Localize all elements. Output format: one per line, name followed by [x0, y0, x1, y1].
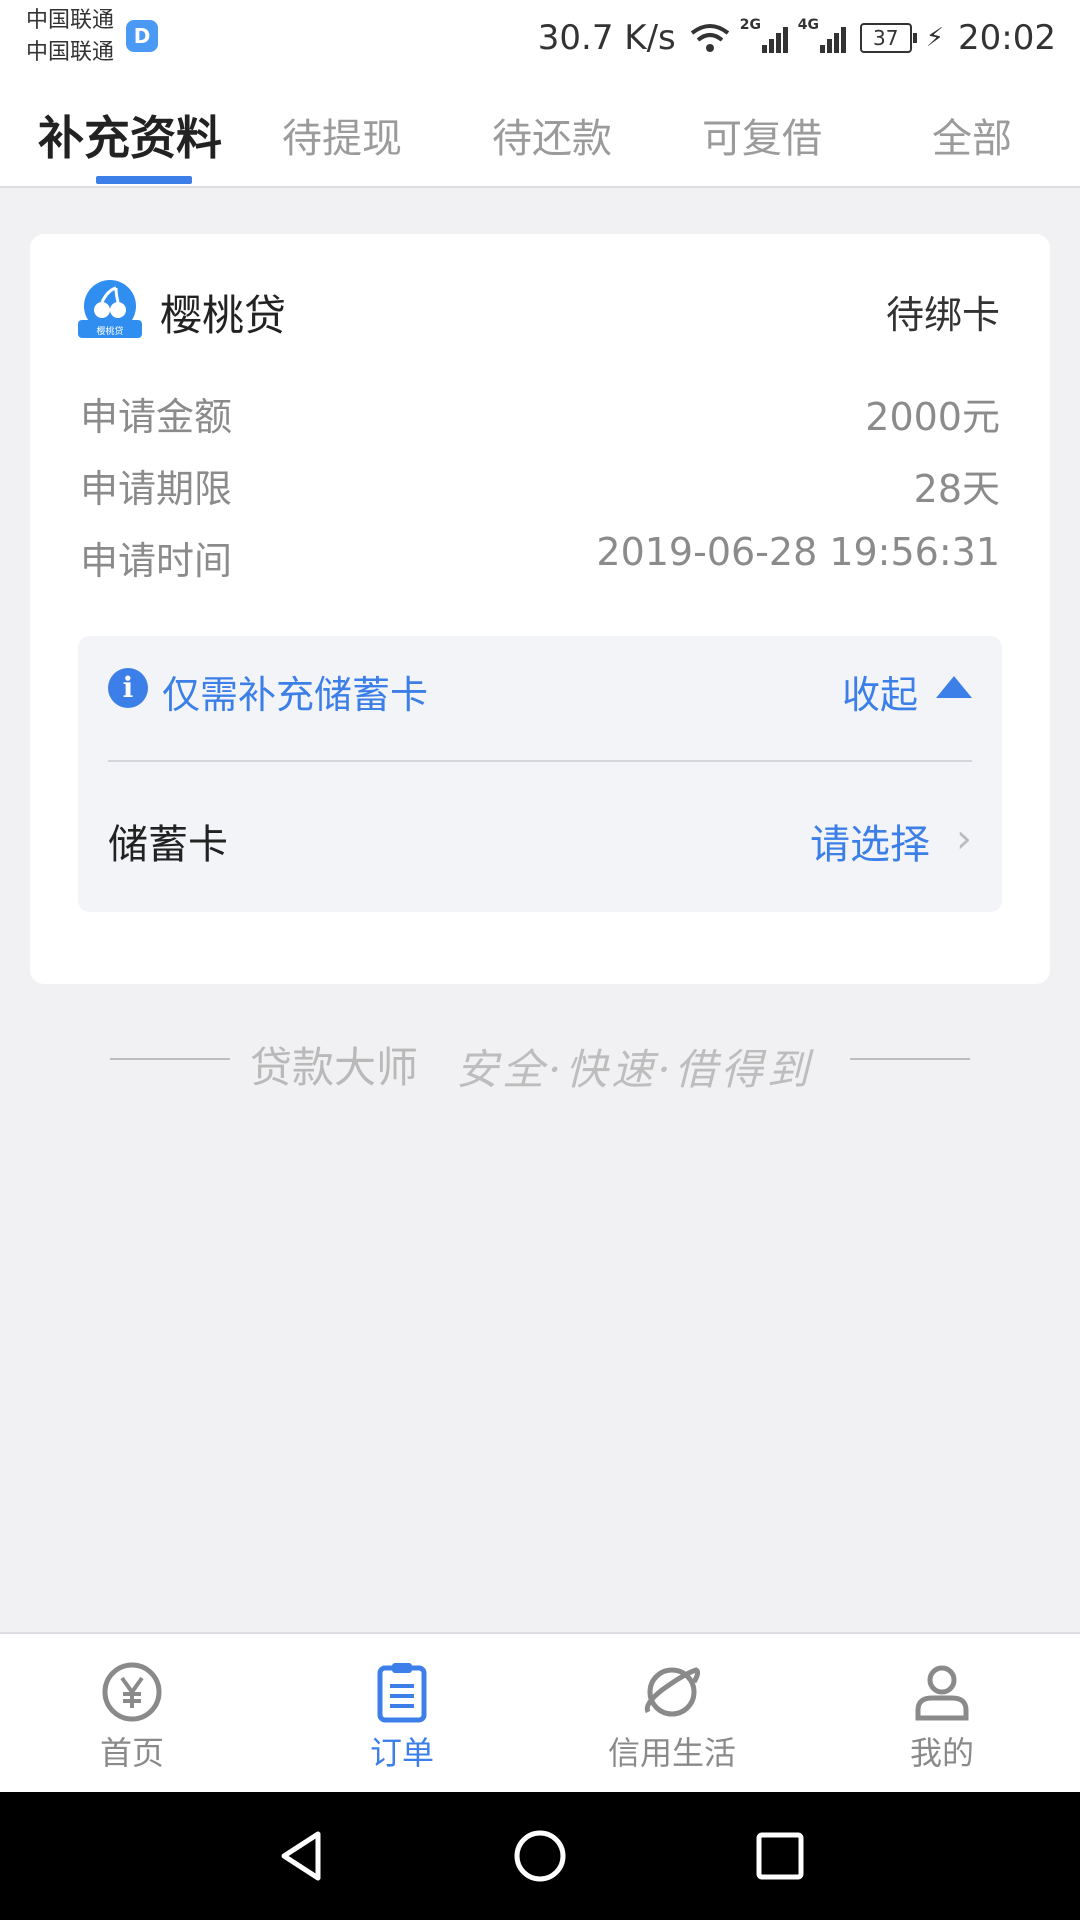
tab-supplement-info[interactable]: 补充资料	[38, 102, 222, 168]
apply-term-label: 申请期限	[80, 467, 233, 511]
nav-profile[interactable]: 我的	[842, 1660, 1042, 1774]
apply-term-value: 28天	[913, 467, 1000, 511]
carrier-label-1: 中国联通	[26, 8, 115, 33]
nav-credit-life[interactable]: 信用生活	[572, 1660, 772, 1774]
signal-4g-icon: 4G	[798, 17, 846, 53]
slogan-line-right	[850, 1058, 970, 1060]
tab-pending-withdrawal[interactable]: 待提现	[282, 106, 402, 164]
nav-profile-label: 我的	[909, 1734, 974, 1772]
cherry-logo-icon: 樱桃贷	[78, 280, 142, 338]
lender-name: 樱桃贷	[160, 291, 287, 340]
order-tabs: 补充资料 待提现 待还款 可复借 全部	[0, 76, 1080, 188]
status-bar: 中国联通 中国联通 D 30.7 K/s 2G 4G 37 ⚡ 20:02	[0, 0, 1080, 76]
nav-orders-label: 订单	[369, 1734, 434, 1772]
active-tab-indicator	[96, 176, 192, 184]
battery-icon: 37	[859, 23, 917, 53]
charging-icon: ⚡	[925, 23, 945, 53]
select-debit-card-button[interactable]: 请选择	[810, 812, 930, 870]
apply-time-value: 2019-06-28 19:56:31	[596, 530, 1000, 574]
app-notification-icon: D	[126, 20, 158, 52]
collapse-button[interactable]: 收起	[842, 664, 918, 719]
nav-orders[interactable]: 订单	[302, 1660, 502, 1774]
supplement-panel: i 仅需补充储蓄卡 收起 储蓄卡 请选择 ›	[78, 636, 1002, 912]
tab-all[interactable]: 全部	[932, 106, 1012, 164]
order-status: 待绑卡	[885, 293, 1000, 337]
tab-pending-repayment[interactable]: 待还款	[492, 106, 612, 164]
apply-amount-value: 2000元	[865, 395, 1000, 439]
chevron-right-icon[interactable]: ›	[956, 816, 972, 862]
status-indicators: 30.7 K/s 2G 4G 37 ⚡ 20:02	[538, 14, 1056, 62]
clipboard-icon	[377, 1663, 427, 1723]
planet-icon	[644, 1667, 701, 1717]
network-type-2g: 2G	[739, 17, 761, 33]
nav-home-label: 首页	[99, 1734, 164, 1772]
wifi-icon	[690, 24, 729, 52]
slogan-brand: 贷款大师	[250, 1043, 419, 1092]
network-type-4g: 4G	[797, 17, 819, 33]
logo-caption: 樱桃贷	[96, 325, 123, 337]
divider	[108, 760, 972, 762]
supplement-notice: 仅需补充储蓄卡	[162, 673, 429, 717]
apply-amount-label: 申请金额	[80, 395, 233, 439]
info-icon: i	[108, 668, 148, 708]
carrier-label-2: 中国联通	[26, 40, 115, 65]
user-icon	[915, 1665, 969, 1721]
triangle-up-icon[interactable]	[936, 676, 972, 698]
apply-time-label: 申请时间	[80, 539, 233, 583]
back-icon[interactable]	[274, 1828, 330, 1884]
recent-apps-icon[interactable]	[752, 1828, 808, 1884]
yen-circle-icon	[102, 1662, 162, 1722]
tab-reborrow[interactable]: 可复借	[702, 106, 822, 164]
network-speed: 30.7 K/s	[537, 18, 676, 58]
signal-2g-icon: 2G	[740, 17, 788, 53]
system-nav-bar	[0, 1792, 1080, 1920]
clock: 20:02	[958, 18, 1056, 58]
slogan-line-left	[110, 1058, 230, 1060]
footer-slogan: 贷款大师 安全·快速·借得到	[0, 1030, 1080, 1094]
nav-credit-life-label: 信用生活	[607, 1734, 736, 1772]
bottom-nav: 首页 订单 信用生活 我的	[0, 1632, 1080, 1794]
home-icon[interactable]	[512, 1828, 568, 1884]
nav-home[interactable]: 首页	[32, 1660, 232, 1774]
order-card[interactable]: 樱桃贷 樱桃贷 待绑卡 申请金额 2000元 申请期限 28天 申请时间 201…	[30, 234, 1050, 984]
slogan-tagline: 安全·快速·借得到	[456, 1045, 813, 1094]
debit-card-label: 储蓄卡	[108, 822, 228, 868]
